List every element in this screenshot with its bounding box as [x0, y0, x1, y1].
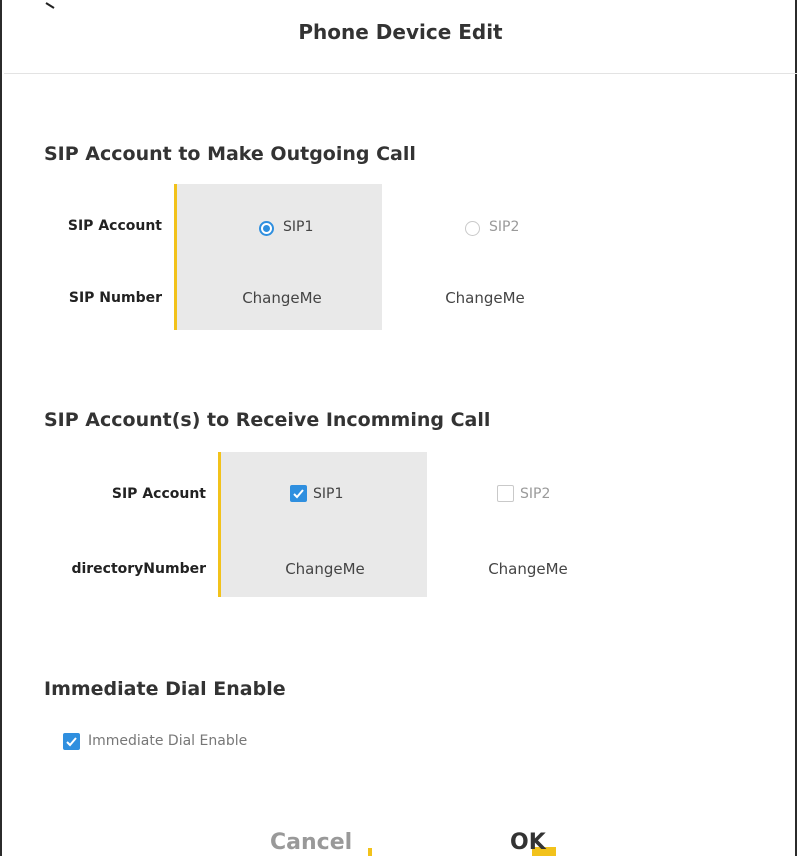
incoming-section-heading: SIP Account(s) to Receive Incomming Call [44, 409, 491, 431]
outgoing-sip-account-label: SIP Account [67, 218, 162, 234]
immediate-dial-checkbox[interactable] [63, 733, 80, 750]
outgoing-sip2-label[interactable]: SIP2 [489, 219, 519, 235]
incoming-directory-number-label: directoryNumber [71, 561, 206, 577]
outgoing-sip2-number: ChangeMe [445, 289, 525, 307]
outgoing-sip-number-label: SIP Number [68, 290, 162, 306]
dialog-frame: Phone Device Edit SIP Account to Make Ou… [0, 0, 797, 856]
incoming-sip2-checkbox[interactable] [497, 485, 514, 502]
ok-button[interactable]: OK [510, 830, 546, 855]
outgoing-section-heading: SIP Account to Make Outgoing Call [44, 143, 416, 165]
incoming-sip-account-label: SIP Account [111, 486, 206, 502]
dialog-title: Phone Device Edit [298, 20, 503, 44]
outgoing-selected-column [177, 184, 382, 330]
outgoing-sip1-label[interactable]: SIP1 [283, 219, 313, 235]
cancel-button[interactable]: Cancel [270, 830, 352, 855]
incoming-sip1-number: ChangeMe [285, 560, 365, 578]
outgoing-sip1-number: ChangeMe [242, 289, 322, 307]
immediate-dial-label[interactable]: Immediate Dial Enable [88, 733, 247, 749]
incoming-sip2-number: ChangeMe [488, 560, 568, 578]
incoming-sip1-label[interactable]: SIP1 [313, 486, 343, 502]
outgoing-sip2-radio[interactable] [465, 221, 480, 236]
cancel-accent [368, 848, 372, 856]
incoming-sip2-label[interactable]: SIP2 [520, 486, 550, 502]
back-arrow-icon[interactable] [32, 2, 62, 16]
incoming-sip1-checkbox[interactable] [290, 485, 307, 502]
outgoing-sip1-radio[interactable] [259, 221, 274, 236]
header-divider [4, 73, 797, 74]
immediate-dial-heading: Immediate Dial Enable [44, 678, 286, 700]
